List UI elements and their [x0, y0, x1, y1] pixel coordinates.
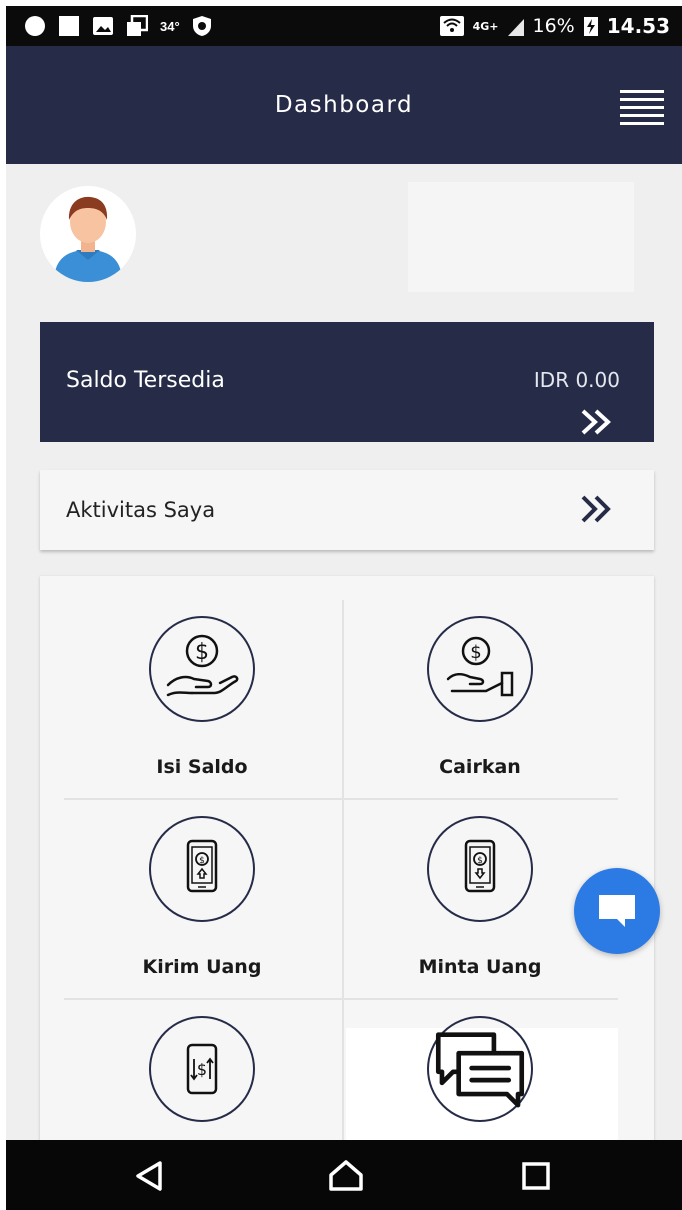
menu-item-label: Cairkan	[439, 756, 521, 778]
svg-text:$: $	[197, 1060, 207, 1079]
phone-transfer-icon: $	[186, 1043, 218, 1095]
signal-icon	[507, 19, 524, 36]
phone-request-money-icon: $	[464, 839, 496, 893]
balance-value: IDR 0.00	[533, 368, 620, 392]
menu-item-label: Minta Uang	[418, 956, 542, 978]
chat-fab-button[interactable]	[574, 868, 660, 954]
menu-item-label: Kirim Uang	[142, 956, 262, 978]
menu-button[interactable]	[620, 88, 664, 126]
status-bar: 34° 4G+ 16% 14.53	[6, 6, 682, 46]
menu-item-kirim-uang[interactable]: $ Kirim Uang	[52, 776, 352, 978]
home-icon[interactable]	[328, 1160, 364, 1192]
battery-percent-text: 16%	[532, 15, 575, 37]
double-chevron-right-icon	[581, 495, 611, 523]
menu-item-cairkan[interactable]: $ Cairkan	[330, 576, 630, 778]
clock-text: 14.53	[606, 14, 670, 38]
profile-info-box	[408, 182, 634, 292]
cash-out-hand-icon: $	[446, 636, 514, 697]
double-chevron-right-icon	[581, 409, 611, 435]
shield-icon	[192, 16, 211, 36]
svg-text:$: $	[199, 856, 205, 866]
chat-bubble-icon	[599, 895, 635, 927]
menu-grid: $ Isi Saldo $ Cairkan $ Kirim Uang $ Min…	[40, 576, 654, 1140]
menu-item-label: Isi Saldo	[156, 756, 248, 778]
system-nav-bar	[6, 1140, 682, 1210]
phone-send-money-icon: $	[186, 839, 218, 893]
avatar[interactable]	[40, 186, 136, 282]
hamburger-menu-icon	[620, 90, 664, 125]
user-avatar-icon	[54, 196, 122, 282]
chat-messages-icon	[435, 1032, 525, 1108]
balance-label: Saldo Tersedia	[66, 368, 225, 393]
menu-item-chat[interactable]	[330, 976, 630, 1140]
hand-dollar-icon: $	[166, 634, 239, 697]
menu-item-minta-uang[interactable]: $ Minta Uang	[330, 776, 630, 978]
wifi-icon	[439, 16, 464, 36]
status-left-icons: 34°	[24, 14, 212, 38]
balance-card[interactable]: Saldo Tersedia IDR 0.00	[40, 322, 654, 442]
activity-card[interactable]: Aktivitas Saya	[40, 470, 654, 550]
multi-window-icon	[127, 15, 148, 36]
menu-item-isi-saldo[interactable]: $ Isi Saldo	[52, 576, 352, 778]
activity-label: Aktivitas Saya	[66, 498, 216, 522]
status-right-icons: 4G+ 16% 14.53	[439, 14, 670, 38]
network-type-text: 4G+	[472, 19, 499, 33]
svg-text:$: $	[470, 642, 481, 663]
page-title: Dashboard	[274, 92, 414, 118]
svg-text:$: $	[195, 640, 209, 665]
back-icon[interactable]	[132, 1160, 168, 1192]
notification-square-icon	[59, 16, 79, 36]
battery-charging-icon	[583, 17, 598, 36]
menu-item-transfer[interactable]: $	[52, 976, 352, 1140]
gallery-icon	[93, 17, 113, 35]
svg-text:$: $	[477, 856, 483, 866]
app-header: Dashboard	[6, 46, 682, 164]
recent-apps-icon[interactable]	[518, 1160, 554, 1192]
temperature-text: 34°	[160, 18, 180, 34]
dashboard-content: Saldo Tersedia IDR 0.00 Aktivitas Saya $	[6, 164, 682, 1140]
notification-dot-icon	[25, 16, 45, 36]
